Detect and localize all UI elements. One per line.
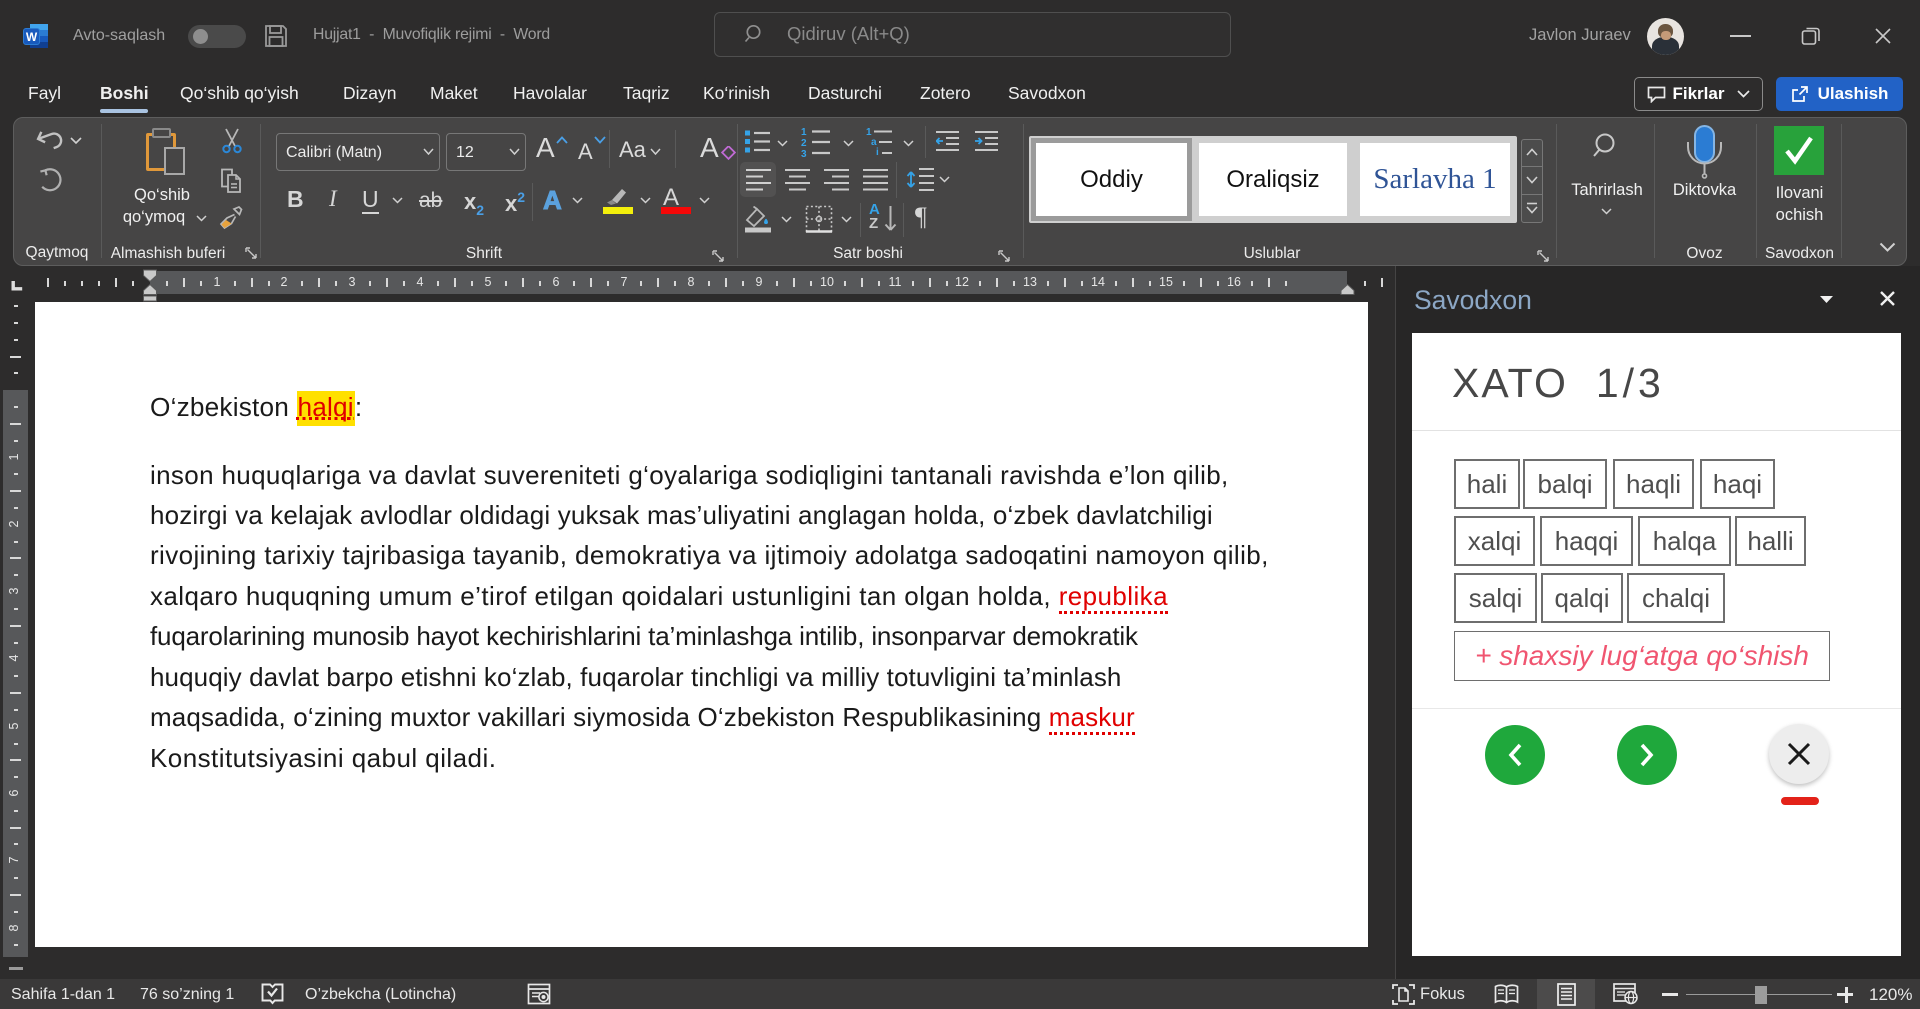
- svg-text:i: i: [876, 147, 879, 157]
- svg-text:2: 2: [801, 138, 807, 149]
- svg-text:1: 1: [801, 127, 807, 138]
- svg-text:3: 3: [801, 149, 807, 157]
